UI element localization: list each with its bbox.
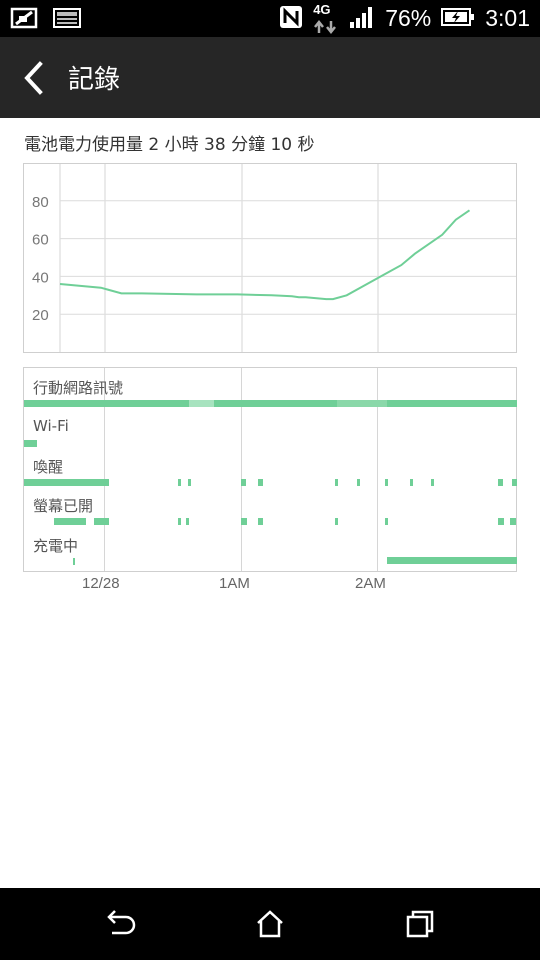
awake-bar [498, 479, 503, 486]
screen-on-bar [186, 518, 189, 525]
row-label-awake: 喚醒 [33, 458, 64, 476]
screen-on-bar [498, 518, 504, 525]
recents-icon [406, 910, 434, 938]
status-right: 4G 76% 3:01 [279, 0, 530, 37]
screen-on-bar [54, 518, 86, 525]
battery-percent: 76% [385, 5, 432, 31]
screen-on-bar [385, 518, 388, 525]
awake-bar [410, 479, 413, 486]
nfc-icon [279, 5, 303, 33]
y-tick-label: 20 [32, 307, 49, 324]
awake-bar [24, 479, 109, 486]
clock: 3:01 [485, 5, 530, 31]
status-bar: 4G 76% 3:01 [0, 0, 540, 37]
battery-chart: 20 40 60 80 [23, 163, 517, 353]
mobile-signal-weak-segment [189, 400, 214, 407]
charging-bar [73, 558, 75, 565]
awake-bar [512, 479, 517, 486]
screen-cast-icon [10, 6, 40, 34]
usage-summary: 電池電力使用量 2 小時 38 分鐘 10 秒 [24, 135, 315, 155]
awake-bar [431, 479, 434, 486]
status-left-icons [10, 6, 82, 34]
row-label-mobile-signal: 行動網路訊號 [33, 379, 124, 397]
awake-bar [178, 479, 181, 486]
data-arrows-icon: 4G [313, 1, 339, 34]
row-label-wifi: Wi-Fi [33, 417, 69, 435]
navigation-bar [0, 888, 540, 960]
x-tick-label: 2AM [355, 575, 386, 592]
awake-bar [335, 479, 338, 486]
battery-charging-icon [441, 6, 475, 32]
home-icon [257, 910, 283, 938]
battery-chart-svg: 20 40 60 80 [32, 164, 516, 352]
nav-recents-button[interactable] [402, 908, 438, 940]
title-bar: 記錄 [0, 37, 540, 118]
screen-on-bar [241, 518, 247, 525]
screen-on-bar [258, 518, 263, 525]
awake-bar [188, 479, 191, 486]
screen-on-bar [510, 518, 516, 525]
screen-on-bar [94, 518, 109, 525]
chevron-left-icon [24, 61, 43, 95]
nav-back-button[interactable] [102, 908, 138, 940]
awake-bar [385, 479, 388, 486]
grid-line [241, 368, 242, 571]
signal-strength-icon [349, 5, 375, 33]
x-tick-label: 12/28 [82, 575, 120, 592]
screen-on-bar [335, 518, 338, 525]
nav-home-button[interactable] [252, 908, 288, 940]
notification-card-icon [52, 6, 82, 34]
charging-bar [387, 557, 517, 564]
screen-on-bar [178, 518, 181, 525]
grid-line [104, 368, 105, 571]
y-tick-label: 60 [32, 232, 49, 249]
wifi-bar [24, 440, 37, 447]
activity-panel: 行動網路訊號 Wi-Fi 喚醒 螢幕已開 充電中 [23, 367, 517, 572]
x-tick-label: 1AM [219, 575, 250, 592]
y-tick-label: 40 [32, 269, 49, 286]
network-type-label: 4G [313, 1, 331, 17]
awake-bar [357, 479, 360, 486]
awake-bar [241, 479, 246, 486]
back-arrow-icon [107, 910, 136, 935]
y-tick-label: 80 [32, 194, 49, 211]
grid-line [377, 368, 378, 571]
back-button[interactable] [20, 61, 48, 95]
row-label-screen-on: 螢幕已開 [33, 497, 94, 515]
mobile-signal-weak-segment [337, 400, 387, 407]
mobile-signal-bar [24, 400, 517, 407]
page-title: 記錄 [68, 65, 121, 95]
row-label-charging: 充電中 [33, 537, 79, 555]
awake-bar [258, 479, 263, 486]
battery-level-line [59, 209, 471, 301]
